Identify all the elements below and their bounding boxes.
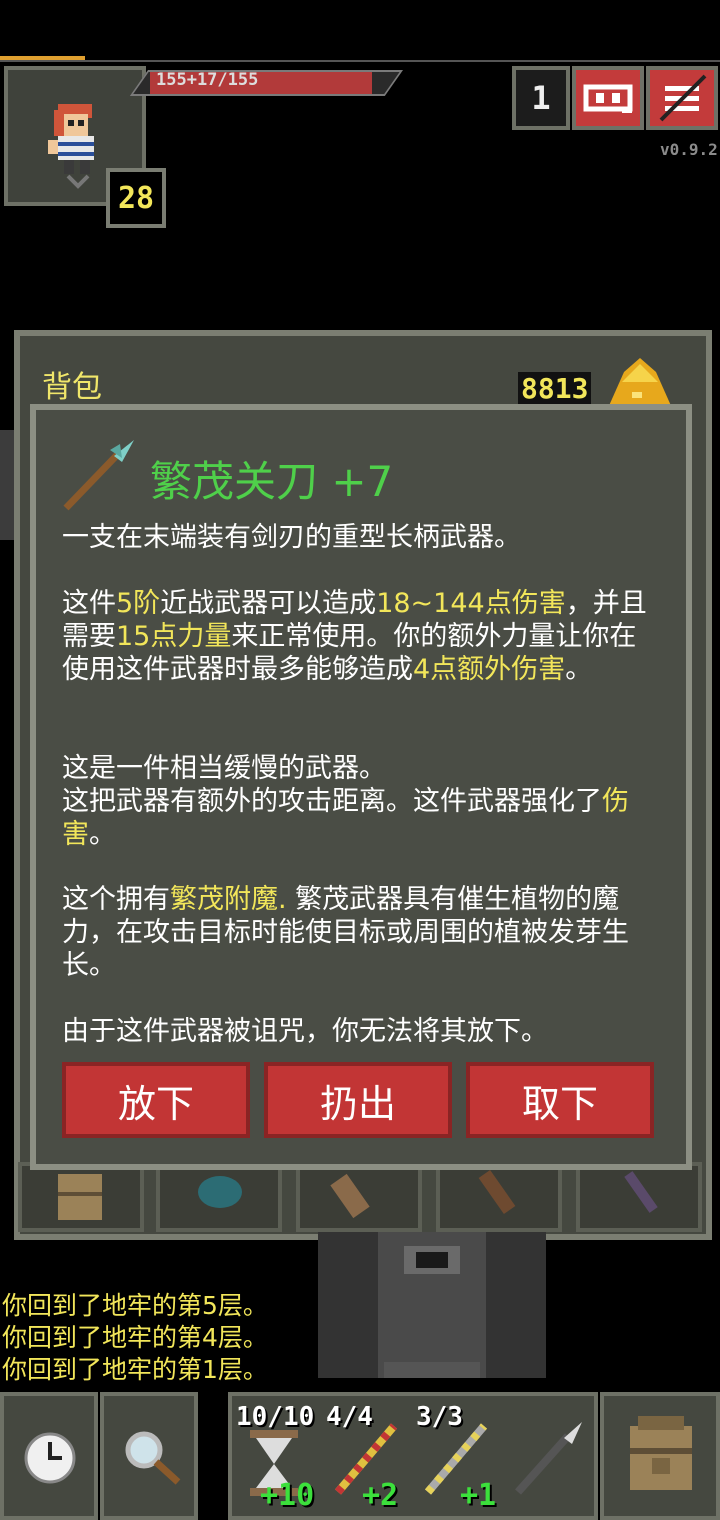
- quickslot-3[interactable]: 3/3 +1: [412, 1398, 500, 1516]
- menu-button[interactable]: [646, 66, 718, 130]
- item-flavor-text: 一支在末端装有剑刃的重型长柄武器。: [62, 522, 521, 553]
- hp-text: 155+17/155: [156, 70, 259, 90]
- bag-tab-backpack[interactable]: [18, 1162, 144, 1232]
- throw-button[interactable]: 扔出: [264, 1062, 452, 1138]
- journal-icon: [583, 84, 633, 113]
- item-stats-text: 这件5阶近战武器可以造成18~144点伤害，并且需要15点力量来正常使用。你的额…: [62, 588, 647, 685]
- search-button[interactable]: [100, 1392, 198, 1520]
- quickslot-count: 4/4: [326, 1402, 373, 1432]
- log-line: 你回到了地牢的第1层。: [2, 1355, 268, 1384]
- version-label: v0.9.2: [660, 140, 718, 159]
- offscreen-panel-edge: [0, 430, 14, 540]
- quickslot-bonus: +1: [460, 1478, 497, 1513]
- wait-button[interactable]: [0, 1392, 98, 1520]
- quickslot-count: 10/10: [236, 1402, 315, 1432]
- backpack-icon: [630, 1416, 692, 1490]
- journal-button[interactable]: [572, 66, 644, 130]
- gold-count: 8813: [518, 372, 592, 405]
- clock-icon: [24, 1432, 76, 1484]
- quickslot-4[interactable]: [504, 1398, 592, 1516]
- drop-button[interactable]: 放下: [62, 1062, 250, 1138]
- pouch-icon: [198, 1176, 242, 1208]
- menu-icon: [659, 74, 707, 122]
- bandolier-icon: [478, 1169, 516, 1215]
- dungeon-map[interactable]: [318, 1232, 546, 1378]
- quickslot-bonus: +10: [260, 1478, 315, 1513]
- bag-tab-potion-bandolier[interactable]: [436, 1162, 562, 1232]
- log-line: 你回到了地牢的第4层。: [2, 1323, 268, 1352]
- quickslot-bonus: +2: [362, 1478, 399, 1513]
- quickslot-2[interactable]: 4/4 +2: [322, 1398, 410, 1516]
- inventory-button[interactable]: [600, 1392, 720, 1520]
- backpack-title: 背包: [42, 370, 102, 405]
- gold-pile-icon: [608, 358, 672, 408]
- game-log: 你回到了地牢的第5层。 你回到了地牢的第4层。 你回到了地牢的第1层。: [2, 1290, 268, 1386]
- item-property-text: 这是一件相当缓慢的武器。 这把武器有额外的攻击距离。这件武器强化了伤害。: [62, 753, 629, 850]
- backpack-icon: [58, 1174, 102, 1220]
- glaive-icon: [63, 440, 134, 511]
- bag-tab-seed-pouch[interactable]: [156, 1162, 282, 1232]
- bag-tab-wand-holster[interactable]: [576, 1162, 702, 1232]
- item-name: 繁茂关刀 +7: [150, 457, 394, 506]
- scroll-holder-icon: [330, 1173, 370, 1219]
- unequip-button[interactable]: 取下: [466, 1062, 654, 1138]
- quickslot-1[interactable]: 10/10 +10: [232, 1398, 320, 1516]
- depth-indicator[interactable]: 1: [512, 66, 570, 130]
- hero-level-badge: 28: [106, 168, 166, 228]
- spear-icon: [515, 1422, 582, 1495]
- bag-tab-scroll-holder[interactable]: [296, 1162, 422, 1232]
- search-icon: [125, 1431, 181, 1485]
- item-curse-text: 由于这件武器被诅咒，你无法将其放下。: [62, 1016, 548, 1047]
- item-enchant-text: 这个拥有繁茂附魔. 繁茂武器具有催生植物的魔力，在攻击目标时能使目标或周围的植被…: [62, 884, 629, 981]
- status-divider: [0, 60, 720, 62]
- holster-icon: [624, 1171, 658, 1213]
- quickslot-count: 3/3: [416, 1402, 463, 1432]
- log-line: 你回到了地牢的第5层。: [2, 1291, 268, 1320]
